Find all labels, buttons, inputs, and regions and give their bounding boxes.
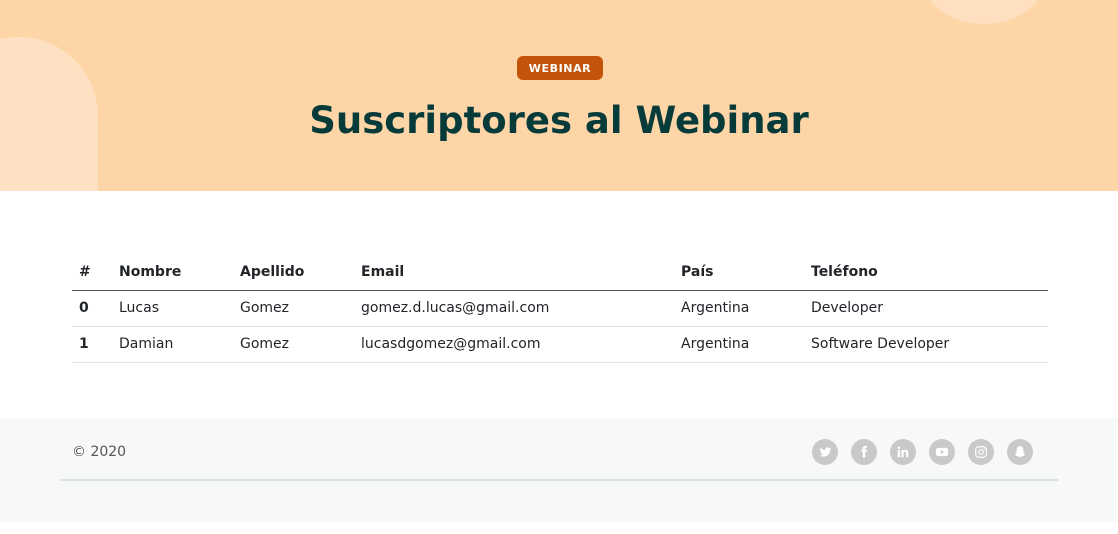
instagram-link[interactable] <box>968 439 994 465</box>
column-header-email: Email <box>354 254 674 291</box>
table-body: 0 Lucas Gomez gomez.d.lucas@gmail.com Ar… <box>72 290 1048 363</box>
table-row: 1 Damian Gomez lucasdgomez@gmail.com Arg… <box>72 326 1048 363</box>
table-row: 0 Lucas Gomez gomez.d.lucas@gmail.com Ar… <box>72 290 1048 327</box>
column-header-nombre: Nombre <box>112 254 233 291</box>
table-header-row: # Nombre Apellido Email País Teléfono <box>72 254 1048 291</box>
cell-apellido: Gomez <box>233 290 354 327</box>
facebook-icon <box>861 445 868 458</box>
instagram-icon <box>975 446 987 458</box>
column-header-telefono: Teléfono <box>804 254 1048 291</box>
cell-nombre: Damian <box>112 326 233 363</box>
webinar-badge: WEBINAR <box>517 56 603 80</box>
subscribers-table: # Nombre Apellido Email País Teléfono 0 … <box>72 254 1048 363</box>
youtube-icon <box>935 447 949 457</box>
column-header-apellido: Apellido <box>233 254 354 291</box>
cell-telefono: Software Developer <box>804 326 1048 363</box>
column-header-index: # <box>72 254 112 291</box>
cell-email: lucasdgomez@gmail.com <box>354 326 674 363</box>
cell-pais: Argentina <box>674 290 804 327</box>
cell-telefono: Developer <box>804 290 1048 327</box>
snapchat-icon <box>1014 446 1026 458</box>
footer-divider <box>61 479 1058 481</box>
cell-pais: Argentina <box>674 326 804 363</box>
table-header: # Nombre Apellido Email País Teléfono <box>72 254 1048 291</box>
snapchat-link[interactable] <box>1007 439 1033 465</box>
hero-banner: WEBINAR Suscriptores al Webinar <box>0 0 1118 191</box>
linkedin-link[interactable] <box>890 439 916 465</box>
cell-email: gomez.d.lucas@gmail.com <box>354 290 674 327</box>
page-footer: © 2020 <box>0 418 1118 522</box>
page-title: Suscriptores al Webinar <box>309 99 809 142</box>
copyright-text: © 2020 <box>72 444 127 460</box>
twitter-icon <box>819 447 832 457</box>
social-links <box>812 439 1033 465</box>
decorative-shape-right <box>922 0 1046 24</box>
youtube-link[interactable] <box>929 439 955 465</box>
cell-nombre: Lucas <box>112 290 233 327</box>
facebook-link[interactable] <box>851 439 877 465</box>
twitter-link[interactable] <box>812 439 838 465</box>
subscribers-table-container: # Nombre Apellido Email País Teléfono 0 … <box>72 254 1048 363</box>
cell-apellido: Gomez <box>233 326 354 363</box>
cell-index: 1 <box>72 326 112 363</box>
column-header-pais: País <box>674 254 804 291</box>
linkedin-icon <box>897 446 909 458</box>
cell-index: 0 <box>72 290 112 327</box>
